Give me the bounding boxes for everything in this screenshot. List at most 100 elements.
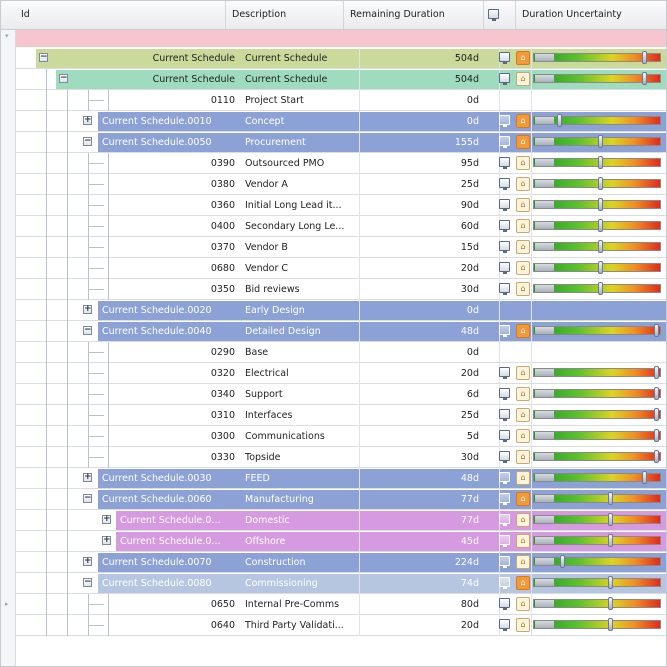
slider-knob[interactable] — [654, 429, 660, 442]
table-row[interactable]: − Current Schedule.0040 Detailed Design 48d… — [16, 321, 666, 342]
distribution-icon[interactable]: ⌂ — [516, 408, 530, 422]
uncertainty-slider[interactable] — [533, 618, 661, 631]
table-row[interactable]: − Current Schedule.0050 Procurement 155d ⌂ — [16, 132, 666, 153]
slider-knob[interactable] — [607, 513, 613, 526]
distribution-icon[interactable]: ⌂ — [516, 366, 530, 380]
uncertainty-slider[interactable] — [533, 366, 661, 379]
monitor-icon[interactable] — [499, 367, 510, 379]
table-row[interactable]: 0340 Support 6d ⌂ — [16, 384, 666, 405]
uncertainty-slider[interactable] — [533, 408, 661, 421]
uncertainty-slider[interactable] — [533, 219, 661, 232]
table-row[interactable]: + Current Schedule.0... Domestic 77d ⌂ — [16, 510, 666, 531]
table-row[interactable]: 0320 Electrical 20d ⌂ — [16, 363, 666, 384]
table-row[interactable]: + Current Schedule.0010 Concept 0d ⌂ — [16, 111, 666, 132]
distribution-icon[interactable]: ⌂ — [516, 471, 530, 485]
table-row[interactable]: 0640 Third Party Validati... 20d ⌂ — [16, 615, 666, 636]
expand-icon[interactable]: + — [83, 557, 92, 566]
slider-knob[interactable] — [557, 114, 563, 127]
table-row[interactable]: 0110 Project Start 0d — [16, 90, 666, 111]
table-row[interactable]: − Current Schedule.0080 Commissioning 74d ⌂ — [16, 573, 666, 594]
table-row[interactable]: 0330 Topside 30d ⌂ — [16, 447, 666, 468]
distribution-icon[interactable]: ⌂ — [516, 114, 530, 128]
expand-icon[interactable]: + — [83, 473, 92, 482]
monitor-icon[interactable] — [499, 451, 510, 463]
slider-knob[interactable] — [597, 177, 603, 190]
distribution-icon[interactable]: ⌂ — [516, 324, 530, 338]
monitor-icon[interactable] — [499, 388, 510, 400]
uncertainty-slider[interactable] — [533, 177, 661, 190]
expand-icon[interactable]: + — [102, 515, 111, 524]
table-row[interactable]: 0680 Vendor C 20d ⌂ — [16, 258, 666, 279]
slider-knob[interactable] — [654, 366, 660, 379]
monitor-icon[interactable] — [499, 52, 510, 64]
collapse-icon[interactable]: − — [83, 137, 92, 146]
uncertainty-slider[interactable] — [533, 51, 661, 64]
distribution-icon[interactable]: ⌂ — [516, 576, 530, 590]
table-row[interactable]: + Current Schedule.0070 Construction 224d ⌂ — [16, 552, 666, 573]
table-row[interactable]: 0390 Outsourced PMO 95d ⌂ — [16, 153, 666, 174]
column-header-remaining-duration[interactable]: Remaining Duration — [344, 1, 484, 29]
uncertainty-slider[interactable] — [533, 324, 661, 337]
distribution-icon[interactable]: ⌂ — [516, 219, 530, 233]
table-row[interactable]: 0380 Vendor A 25d ⌂ — [16, 174, 666, 195]
table-row[interactable]: 0290 Base 0d — [16, 342, 666, 363]
collapse-icon[interactable]: − — [83, 326, 92, 335]
monitor-icon[interactable] — [499, 115, 510, 127]
collapse-icon[interactable]: − — [83, 494, 92, 503]
monitor-icon[interactable] — [499, 157, 510, 169]
uncertainty-slider[interactable] — [533, 387, 661, 400]
monitor-icon[interactable] — [499, 514, 510, 526]
slider-knob[interactable] — [597, 135, 603, 148]
distribution-icon[interactable]: ⌂ — [516, 429, 530, 443]
expand-icon[interactable]: + — [102, 536, 111, 545]
monitor-icon[interactable] — [499, 430, 510, 442]
slider-knob[interactable] — [597, 240, 603, 253]
distribution-icon[interactable]: ⌂ — [516, 513, 530, 527]
distribution-icon[interactable]: ⌂ — [516, 282, 530, 296]
uncertainty-slider[interactable] — [533, 597, 661, 610]
uncertainty-slider[interactable] — [533, 492, 661, 505]
uncertainty-slider[interactable] — [533, 450, 661, 463]
distribution-icon[interactable]: ⌂ — [516, 198, 530, 212]
slider-knob[interactable] — [597, 198, 603, 211]
distribution-icon[interactable]: ⌂ — [516, 156, 530, 170]
distribution-icon[interactable]: ⌂ — [516, 387, 530, 401]
monitor-icon[interactable] — [499, 241, 510, 253]
monitor-icon[interactable] — [499, 136, 510, 148]
distribution-icon[interactable]: ⌂ — [516, 492, 530, 506]
table-row[interactable]: 0350 Bid reviews 30d ⌂ — [16, 279, 666, 300]
monitor-icon[interactable] — [499, 325, 510, 337]
distribution-icon[interactable]: ⌂ — [516, 51, 530, 65]
monitor-icon[interactable] — [499, 220, 510, 232]
uncertainty-slider[interactable] — [533, 282, 661, 295]
slider-knob[interactable] — [654, 450, 660, 463]
slider-knob[interactable] — [641, 51, 647, 64]
slider-knob[interactable] — [654, 408, 660, 421]
expand-icon[interactable]: + — [83, 305, 92, 314]
expand-icon[interactable]: + — [83, 116, 92, 125]
slider-knob[interactable] — [559, 555, 565, 568]
table-row[interactable]: 0360 Initial Long Lead it... 90d ⌂ — [16, 195, 666, 216]
slider-knob[interactable] — [654, 387, 660, 400]
distribution-icon[interactable]: ⌂ — [516, 534, 530, 548]
uncertainty-slider[interactable] — [533, 135, 661, 148]
slider-knob[interactable] — [597, 219, 603, 232]
slider-knob[interactable] — [607, 618, 613, 631]
monitor-icon[interactable] — [499, 619, 510, 631]
column-header-duration-uncertainty[interactable]: Duration Uncertainty — [516, 1, 666, 29]
table-row[interactable]: + Current Schedule.0030 FEED 48d ⌂ — [16, 468, 666, 489]
uncertainty-slider[interactable] — [533, 72, 661, 85]
uncertainty-slider[interactable] — [533, 114, 661, 127]
table-row[interactable]: + Current Schedule.0... Offshore 45d ⌂ — [16, 531, 666, 552]
slider-knob[interactable] — [607, 534, 613, 547]
uncertainty-slider[interactable] — [533, 471, 661, 484]
table-row[interactable]: 0300 Communications 5d ⌂ — [16, 426, 666, 447]
slider-knob[interactable] — [597, 282, 603, 295]
monitor-icon[interactable] — [499, 493, 510, 505]
uncertainty-slider[interactable] — [533, 513, 661, 526]
monitor-icon[interactable] — [499, 472, 510, 484]
monitor-icon[interactable] — [499, 577, 510, 589]
distribution-icon[interactable]: ⌂ — [516, 618, 530, 632]
monitor-icon[interactable] — [499, 535, 510, 547]
column-header-monitor[interactable] — [484, 1, 516, 29]
